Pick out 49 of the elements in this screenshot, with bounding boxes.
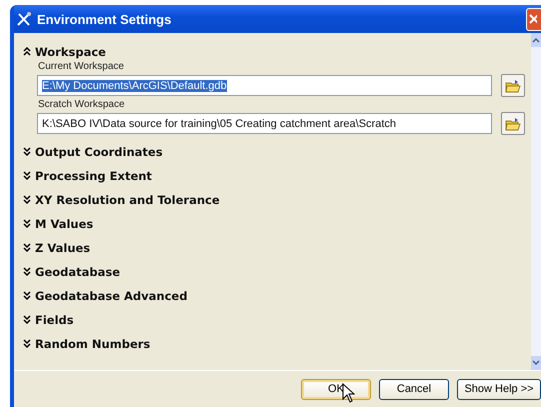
expand-icon[interactable] [23, 291, 31, 300]
section-title: Workspace [35, 44, 106, 58]
section-header[interactable]: M Values [23, 215, 525, 232]
section-title: Geodatabase Advanced [35, 288, 188, 302]
scrollbar[interactable] [531, 33, 541, 370]
scroll-up-icon[interactable] [532, 37, 540, 43]
section-header[interactable]: XY Resolution and Tolerance [23, 191, 525, 208]
browse-button[interactable] [501, 74, 525, 97]
close-button[interactable] [526, 8, 541, 30]
section-header[interactable]: Geodatabase [23, 263, 525, 280]
close-icon [527, 14, 537, 24]
expand-icon[interactable] [23, 243, 31, 252]
field-label: Scratch Workspace [38, 99, 126, 110]
section-title: Geodatabase [35, 264, 120, 278]
section-header[interactable]: Fields [23, 311, 525, 328]
expand-icon[interactable] [23, 267, 31, 276]
section-header[interactable]: Geodatabase Advanced [23, 287, 525, 304]
path-field[interactable]: K:\SABO IV\Data source for training\05 Creating catchment area\Scratch [37, 113, 492, 134]
section-title: Output Coordinates [35, 144, 163, 158]
section-header[interactable]: Output Coordinates [23, 143, 525, 160]
expand-icon[interactable] [23, 195, 31, 204]
section-header[interactable]: Processing Extent [23, 167, 525, 184]
browse-button[interactable] [501, 112, 525, 135]
cursor-icon [342, 383, 355, 403]
window-title: Environment Settings [37, 12, 172, 26]
section-title: Random Numbers [35, 336, 150, 350]
expand-icon[interactable] [23, 315, 31, 324]
expand-icon[interactable] [23, 171, 31, 180]
scroll-down-icon[interactable] [532, 360, 540, 366]
expand-icon[interactable] [23, 339, 31, 348]
dialog-button[interactable]: Show Help >> [457, 378, 541, 400]
collapse-icon[interactable] [23, 47, 31, 56]
expand-icon[interactable] [23, 147, 31, 156]
section-header[interactable]: Random Numbers [23, 335, 525, 352]
section-header[interactable]: Workspace [23, 43, 525, 60]
section-header[interactable]: Z Values [23, 239, 525, 256]
section-title: M Values [35, 216, 94, 230]
section-title: Z Values [35, 240, 90, 254]
folder-icon [505, 78, 521, 92]
path-field[interactable]: E:\My Documents\ArcGIS\Default.gdb [37, 75, 492, 96]
section-title: Fields [35, 312, 74, 326]
dialog-button[interactable]: OK [301, 378, 371, 400]
folder-icon [505, 116, 521, 130]
expand-icon[interactable] [23, 219, 31, 228]
dialog-button[interactable]: Cancel [379, 378, 449, 400]
section-title: Processing Extent [35, 168, 152, 182]
tools-icon [16, 11, 32, 27]
section-title: XY Resolution and Tolerance [35, 192, 220, 206]
field-label: Current Workspace [38, 61, 125, 72]
